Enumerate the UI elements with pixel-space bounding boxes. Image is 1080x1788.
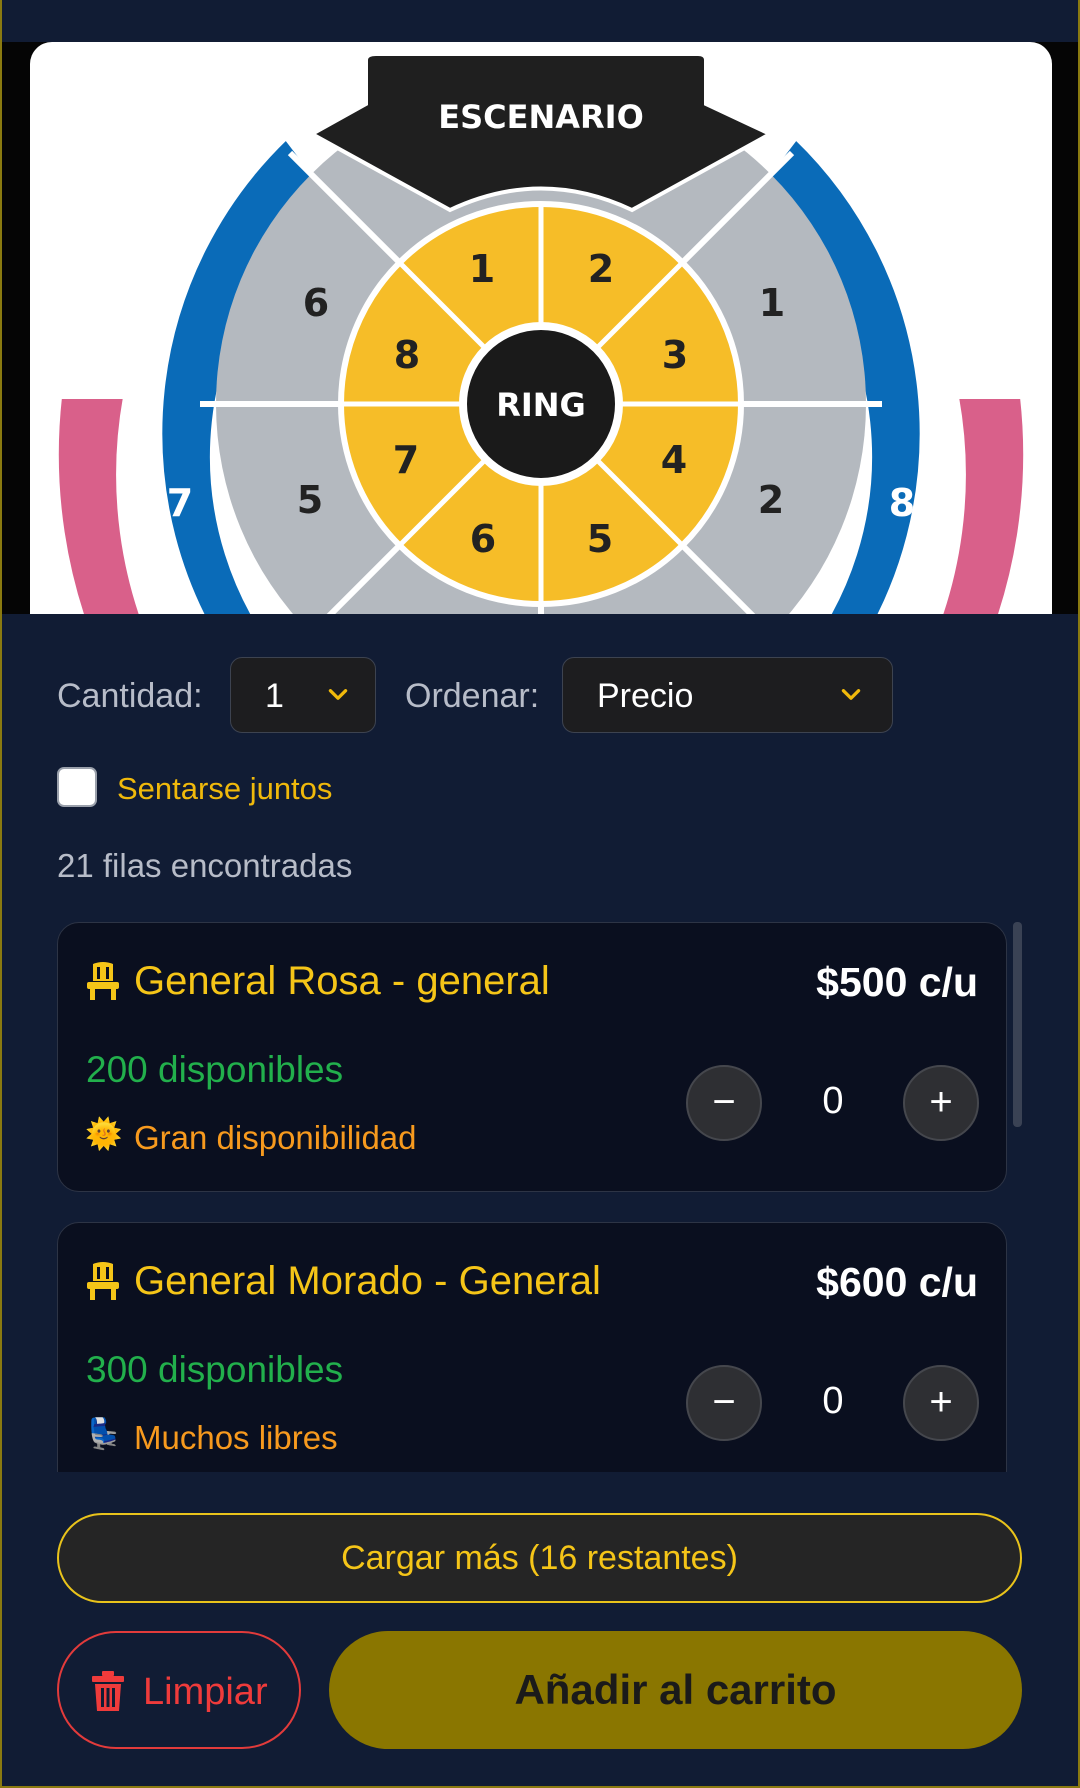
sun-icon: 🌞: [85, 1118, 123, 1151]
row-price: $500 c/u: [816, 959, 978, 1005]
results-count: 21 filas encontradas: [57, 847, 353, 884]
sort-select[interactable]: Precio: [562, 657, 893, 733]
list-item: General Morado - General $600 c/u 300 di…: [57, 1222, 1007, 1472]
svg-text:6: 6: [470, 517, 496, 561]
top-bar: [0, 0, 1080, 42]
row-name: General Rosa - general: [134, 959, 550, 1003]
row-availability: 300 disponibles: [86, 1349, 344, 1390]
svg-text:7: 7: [393, 438, 419, 482]
svg-text:8: 8: [394, 333, 420, 377]
chevron-down-icon: [841, 689, 861, 700]
sort-select-value: Precio: [597, 677, 694, 715]
svg-text:5: 5: [297, 478, 323, 522]
sort-label: Ordenar:: [405, 677, 540, 715]
list-scrollbar[interactable]: [1013, 922, 1022, 1127]
section-pink-left: [54, 395, 143, 614]
svg-text:1: 1: [759, 281, 785, 325]
sit-together-row: Sentarse juntos: [57, 767, 657, 811]
stage-label: ESCENARIO: [438, 98, 644, 136]
quantity-select[interactable]: 1: [230, 657, 376, 733]
row-hint: Gran disponibilidad: [134, 1119, 417, 1156]
sit-together-checkbox[interactable]: [57, 767, 97, 807]
sit-together-label[interactable]: Sentarse juntos: [117, 771, 332, 807]
seat-icon: [87, 962, 119, 1000]
venue-map: ESCENARIO RING 1 2 3 4 5 6 7 8 6 1 5 2 7…: [30, 42, 1052, 614]
seat-icon: 💺: [85, 1418, 123, 1451]
row-availability: 200 disponibles: [86, 1049, 344, 1090]
clear-button-label: Limpiar: [143, 1671, 268, 1713]
row-name: General Morado - General: [134, 1259, 601, 1303]
filters-bar: Cantidad: 1 Ordenar: Precio: [57, 657, 1017, 735]
quantity-value: 0: [822, 1080, 844, 1122]
svg-text:2: 2: [588, 247, 614, 291]
svg-text:8: 8: [889, 481, 915, 525]
quantity-select-value: 1: [265, 677, 284, 715]
row-hint: Muchos libres: [134, 1419, 338, 1456]
svg-text:1: 1: [469, 247, 495, 291]
load-more-button[interactable]: Cargar más (16 restantes): [57, 1513, 1022, 1603]
seat-icon: [87, 1262, 119, 1300]
section-pink-right: [939, 395, 1028, 614]
svg-text:6: 6: [303, 281, 329, 325]
quantity-label: Cantidad:: [57, 677, 203, 715]
ring-label: RING: [496, 386, 586, 424]
clear-button[interactable]: Limpiar: [57, 1631, 301, 1749]
venue-map-svg: ESCENARIO RING 1 2 3 4 5 6 7 8 6 1 5 2 7…: [54, 52, 1028, 614]
row-list: General Rosa - general $500 c/u 200 disp…: [57, 922, 1019, 1472]
list-item: General Rosa - general $500 c/u 200 disp…: [57, 922, 1007, 1192]
svg-text:4: 4: [661, 438, 687, 482]
svg-text:3: 3: [662, 333, 688, 377]
svg-text:7: 7: [167, 481, 193, 525]
decrement-button[interactable]: −: [686, 1365, 762, 1441]
increment-button[interactable]: +: [903, 1065, 979, 1141]
add-to-cart-button[interactable]: Añadir al carrito: [329, 1631, 1022, 1749]
increment-button[interactable]: +: [903, 1365, 979, 1441]
svg-text:2: 2: [758, 478, 784, 522]
row-price: $600 c/u: [816, 1259, 978, 1305]
chevron-down-icon: [328, 689, 348, 700]
svg-text:5: 5: [587, 517, 613, 561]
venue-map-container: ESCENARIO RING 1 2 3 4 5 6 7 8 6 1 5 2 7…: [2, 42, 1078, 614]
trash-icon: [92, 1671, 124, 1711]
quantity-value: 0: [822, 1380, 844, 1422]
decrement-button[interactable]: −: [686, 1065, 762, 1141]
